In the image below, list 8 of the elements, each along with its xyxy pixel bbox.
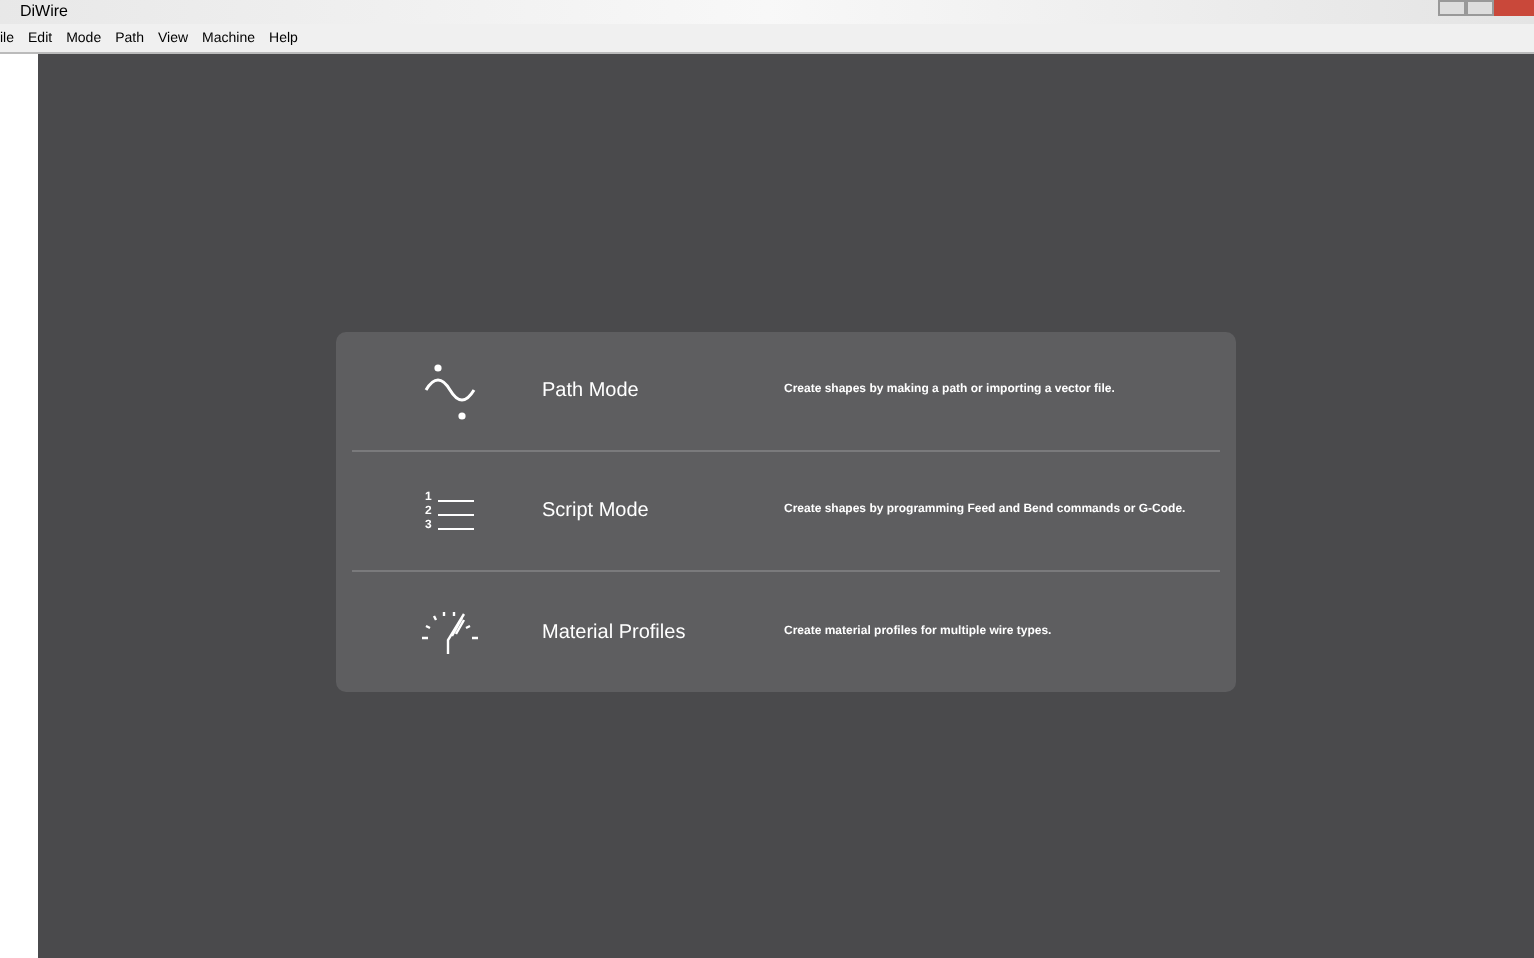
minimize-button[interactable] bbox=[1438, 0, 1466, 16]
wave-icon bbox=[423, 361, 475, 421]
window-title: DiWire bbox=[18, 4, 68, 20]
gauge-icon bbox=[419, 608, 479, 656]
mode-title: Path Mode bbox=[542, 378, 641, 406]
mode-title: Material Profiles bbox=[542, 619, 688, 647]
maximize-button[interactable] bbox=[1466, 0, 1494, 16]
mode-title: Script Mode bbox=[542, 498, 651, 526]
